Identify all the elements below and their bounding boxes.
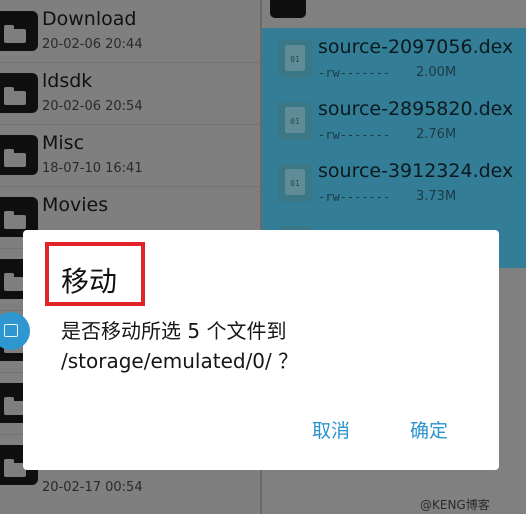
watermark: @KENG博客: [420, 498, 490, 512]
file-row[interactable]: 01 source-3912324.dex -rw------- 3.73M: [262, 152, 526, 214]
file-size: 2.00M: [416, 65, 457, 80]
file-permissions: -rw-------: [318, 66, 391, 80]
file-permissions: -rw-------: [318, 190, 391, 204]
dialog-message-line: /storage/emulated/0/ ？: [61, 349, 299, 373]
file-permissions: -rw-------: [318, 128, 391, 142]
dex-file-icon: 01: [278, 40, 312, 78]
dialog-title: 移动: [61, 265, 118, 298]
folder-date: 20-02-17 00:54: [42, 480, 143, 495]
move-confirm-dialog: 移动 是否移动所选 5 个文件到 /storage/emulated/0/ ？ …: [23, 230, 499, 470]
file-name: source-2097056.dex: [318, 36, 514, 58]
window-icon: [4, 324, 18, 337]
folder-name: Misc: [42, 132, 85, 154]
file-size: 2.76M: [416, 127, 457, 142]
file-row[interactable]: 01 source-2895820.dex -rw------- 2.76M: [262, 90, 526, 152]
folder-row-download[interactable]: Download 20-02-06 20:44: [0, 0, 260, 63]
dialog-message: 是否移动所选 5 个文件到 /storage/emulated/0/ ？: [61, 316, 481, 376]
dex-file-icon: 01: [278, 102, 312, 140]
folder-name: Download: [42, 8, 137, 30]
file-row[interactable]: 01 source-2097056.dex -rw------- 2.00M: [262, 28, 526, 90]
dialog-message-line: 是否移动所选 5 个文件到: [61, 319, 287, 343]
folder-date: 20-02-06 20:54: [42, 99, 143, 114]
folder-row-ldsdk[interactable]: ldsdk 20-02-06 20:54: [0, 62, 260, 125]
folder-icon: [0, 73, 38, 113]
folder-icon: [0, 135, 38, 175]
folder-icon: [0, 11, 38, 51]
file-size: 3.73M: [416, 189, 457, 204]
file-name: source-3912324.dex: [318, 160, 514, 182]
cancel-button[interactable]: 取消: [312, 416, 350, 443]
folder-date: 20-02-06 20:44: [42, 37, 143, 52]
file-name: source-2895820.dex: [318, 98, 514, 120]
dex-file-icon: 01: [278, 164, 312, 202]
folder-icon: [270, 0, 306, 18]
folder-row-misc[interactable]: Misc 18-07-10 16:41: [0, 124, 260, 187]
folder-date: 18-07-10 16:41: [42, 161, 143, 176]
confirm-button[interactable]: 确定: [410, 416, 448, 443]
folder-name: ldsdk: [42, 70, 93, 92]
folder-name: Movies: [42, 194, 109, 216]
